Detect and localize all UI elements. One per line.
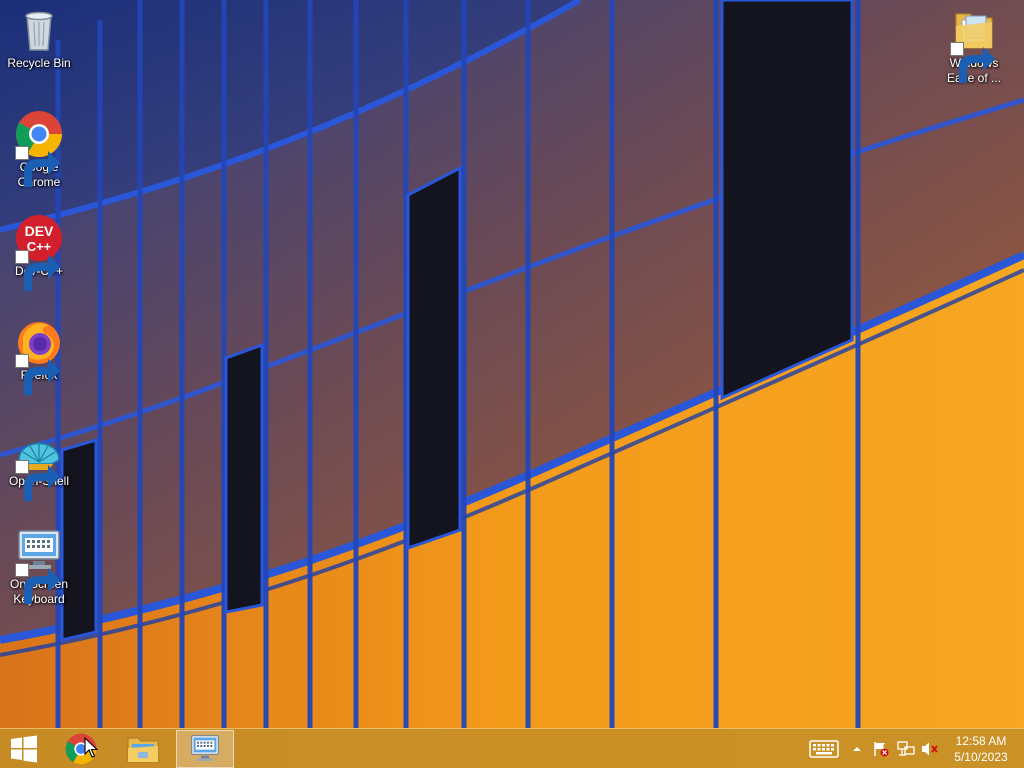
volume-button[interactable] — [920, 739, 940, 759]
taskbar: 12:58 AM 5/10/2023 — [0, 728, 1024, 768]
taskbar-file-explorer-button[interactable] — [118, 730, 168, 768]
shortcut-arrow-icon — [15, 354, 60, 395]
network-icon — [897, 741, 915, 756]
open-shell-icon — [15, 424, 63, 501]
desktop-icon-firefox[interactable]: Firefox — [1, 318, 77, 395]
touch-keyboard-icon — [809, 740, 839, 758]
desktop[interactable]: Recycle Bin Google Chrome DEV C++ — [0, 0, 1024, 768]
shortcut-arrow-icon — [15, 146, 60, 187]
network-button[interactable] — [896, 739, 916, 759]
shortcut-arrow-icon — [15, 250, 60, 291]
firefox-icon — [15, 318, 63, 395]
desktop-icon-dev-cpp[interactable]: DEV C++ Dev-C++ — [1, 214, 77, 291]
taskbar-on-screen-keyboard-button[interactable] — [176, 730, 234, 768]
shortcut-arrow-icon — [15, 460, 60, 501]
desktop-icon-open-shell[interactable]: Open-Shell — [1, 424, 77, 501]
desktop-icon-windows-ease-of-access[interactable]: Windows Ease of ... — [936, 6, 1012, 86]
shortcut-arrow-icon — [15, 563, 60, 604]
desktop-icon-recycle-bin[interactable]: Recycle Bin — [1, 6, 77, 71]
folder-icon — [950, 6, 998, 83]
shortcut-arrow-icon — [950, 42, 995, 83]
action-center-flag-icon — [874, 742, 889, 757]
show-hidden-icons-button[interactable] — [850, 739, 864, 759]
file-explorer-icon — [127, 737, 159, 763]
clock-time: 12:58 AM — [955, 734, 1007, 748]
recycle-bin-icon — [15, 6, 63, 54]
svg-text:DEV: DEV — [25, 223, 54, 239]
action-center-button[interactable] — [872, 739, 890, 759]
keyboard-icon — [191, 735, 219, 761]
mouse-cursor-icon — [84, 737, 98, 758]
desktop-icon-on-screen-keyboard[interactable]: On-Screen Keyboard — [1, 527, 77, 607]
volume-muted-icon — [922, 742, 938, 756]
chrome-icon — [15, 110, 63, 187]
desktop-icon-label: Recycle Bin — [7, 56, 71, 70]
show-hidden-icons-chevron — [853, 747, 861, 751]
windows-logo-icon — [11, 735, 37, 763]
keyboard-icon — [15, 527, 63, 604]
devcpp-icon: DEV C++ — [15, 214, 63, 291]
start-button[interactable] — [0, 730, 48, 768]
desktop-wallpaper — [0, 0, 1024, 768]
taskbar-clock[interactable]: 12:58 AM 5/10/2023 — [944, 733, 1018, 765]
touch-keyboard-button[interactable] — [809, 739, 839, 759]
clock-date: 5/10/2023 — [954, 750, 1008, 764]
desktop-icon-google-chrome[interactable]: Google Chrome — [1, 110, 77, 190]
